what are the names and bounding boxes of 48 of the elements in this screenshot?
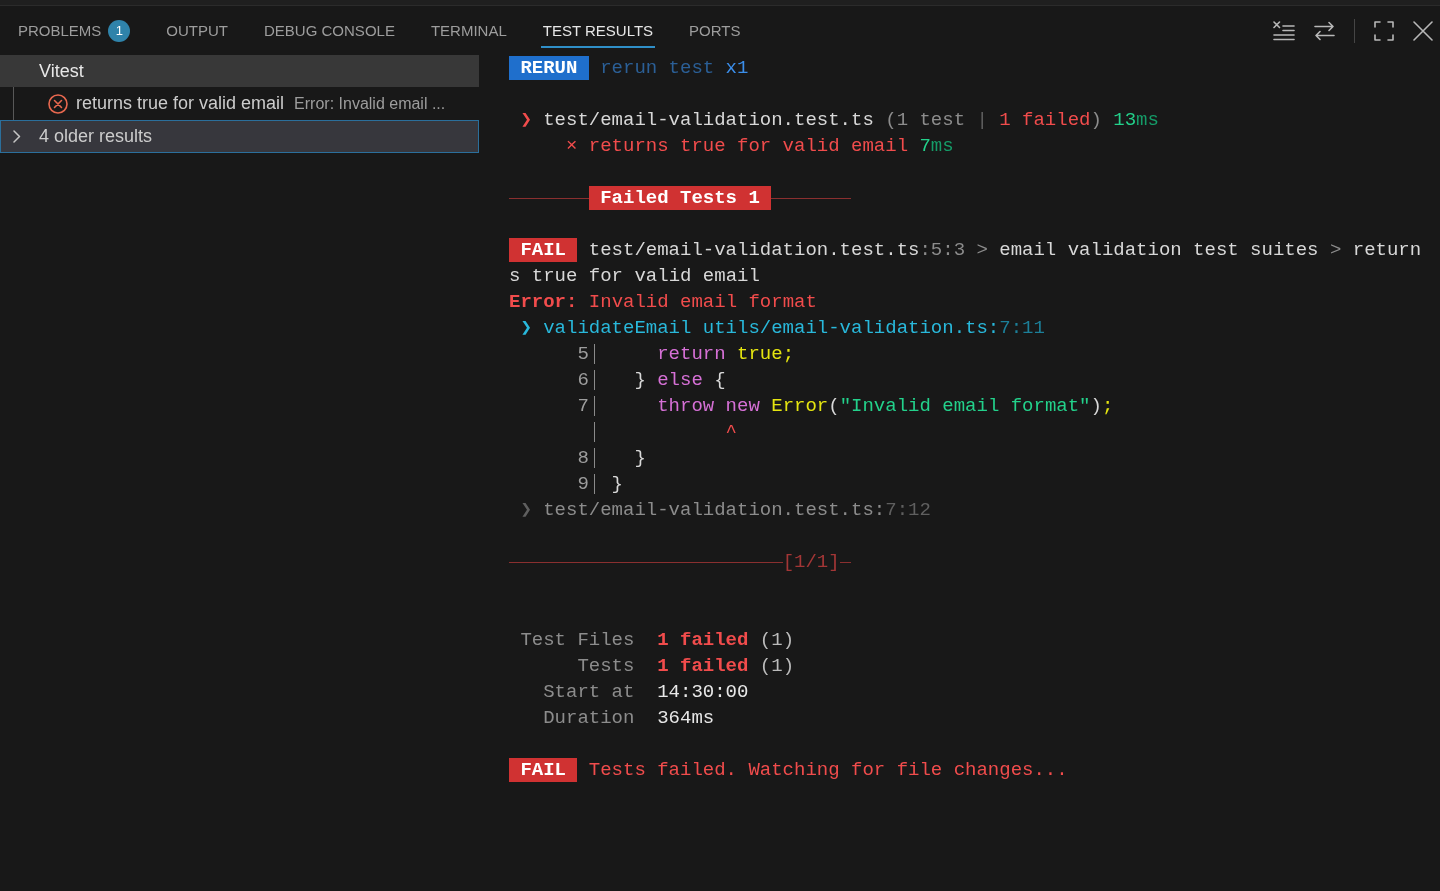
test-name: returns true for valid email <box>76 93 285 114</box>
count-badge: 1 <box>108 19 131 42</box>
panel-tab[interactable]: TEST RESULTS <box>540 13 656 48</box>
summary-value: 364ms <box>657 706 716 731</box>
status-message: Tests failed. Watching for file changes... <box>588 758 1068 783</box>
error-counter: [1/1] <box>782 550 840 575</box>
panel-tab[interactable]: PORTS <box>687 13 743 48</box>
code-line: } <box>633 446 646 471</box>
code-line: return true; <box>656 342 795 367</box>
summary-value: 1 failed (1) <box>657 654 795 679</box>
test-file-result: ❯ test/email-validation.test.ts (1 test | 1 failed) 13ms <box>519 108 1160 133</box>
summary-label: Start at <box>542 680 635 705</box>
line-number: 5 <box>576 342 589 367</box>
summary-value: 14:30:00 <box>657 680 750 705</box>
code-line: } <box>611 472 623 497</box>
panel-tab[interactable]: PROBLEMS 1 <box>16 12 133 49</box>
maximize-icon[interactable] <box>1374 20 1394 41</box>
rerun-text: rerun test x1 <box>600 56 749 81</box>
code-line: throw new Error("Invalid email format"); <box>656 394 1114 419</box>
older-results-row[interactable]: 4 older results <box>0 120 479 153</box>
summary-label: Tests <box>576 654 635 679</box>
stack-frame: ❯ test/email-validation.test.ts:7:12 <box>509 497 1422 523</box>
test-case-result: × returns true for valid email 7ms <box>565 134 955 159</box>
panel-tab[interactable]: TERMINAL <box>428 13 509 48</box>
fail-badge: FAIL <box>509 238 578 262</box>
code-line: } else { <box>633 368 726 393</box>
rerun-badge: RERUN <box>509 56 589 80</box>
clear-all-icon[interactable] <box>1273 20 1295 41</box>
line-number: 7 <box>576 394 589 419</box>
swap-arrows-icon[interactable] <box>1314 20 1335 41</box>
summary-label: Duration <box>542 706 635 731</box>
summary-label: Test Files <box>519 628 635 653</box>
test-run-header[interactable]: Vitest <box>0 55 479 87</box>
failure-heading: test/email-validation.test.ts:5:3 > email validation test suites > return <box>588 238 1422 263</box>
panel-tab[interactable]: DEBUG CONSOLE <box>262 13 397 48</box>
error-caret: ^ <box>724 420 737 445</box>
line-number: 9 <box>576 472 589 497</box>
section-banner: Failed Tests 1 <box>588 186 772 210</box>
fail-badge: FAIL <box>509 758 578 782</box>
error-message: Error: Invalid email format <box>509 290 818 315</box>
line-number: 8 <box>576 446 589 471</box>
summary-value: 1 failed (1) <box>657 628 795 653</box>
stack-frame: ❯ validateEmail utils/email-validation.ts:7:11 <box>509 315 1422 341</box>
test-error-text: Error: Invalid email ... <box>294 94 446 113</box>
panel-tab[interactable]: OUTPUT <box>164 13 231 48</box>
failure-heading: s true for valid email <box>509 264 760 289</box>
close-icon[interactable] <box>1413 20 1433 41</box>
line-number: 6 <box>576 368 589 393</box>
